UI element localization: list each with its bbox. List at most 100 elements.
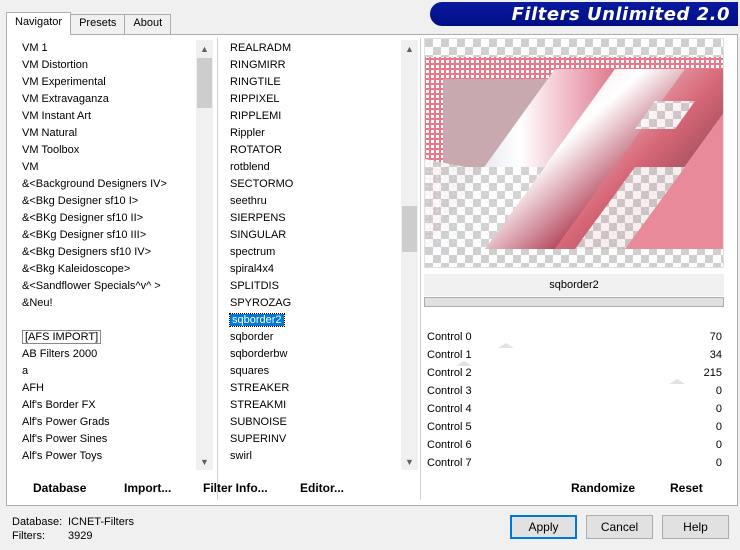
category-item[interactable]: &<Bkg Designer sf10 I> [20, 193, 196, 210]
apply-button[interactable]: Apply [510, 515, 577, 539]
scroll-up-arrow-icon[interactable]: ▲ [401, 40, 418, 57]
tab-presets[interactable]: Presets [70, 14, 126, 35]
category-item[interactable]: VM Instant Art [20, 108, 196, 125]
filter-label: sqborderbw [230, 348, 288, 360]
filter-item[interactable]: SIERPENS [228, 210, 400, 227]
scroll-thumb[interactable] [402, 206, 417, 252]
scroll-up-arrow-icon[interactable]: ▲ [196, 40, 213, 57]
control-row[interactable]: Control 6 0 [424, 436, 724, 454]
filter-item[interactable]: RINGTILE [228, 74, 400, 91]
filter-item[interactable]: ROTATOR [228, 142, 400, 159]
import-button[interactable]: Import... [122, 479, 173, 497]
filter-item[interactable]: sqborder2 [228, 312, 400, 329]
filter-item[interactable]: rotblend [228, 159, 400, 176]
filter-item[interactable]: SECTORMO [228, 176, 400, 193]
category-item[interactable]: VM 1 [20, 40, 196, 57]
category-item[interactable]: Alf's Power Sines [20, 431, 196, 448]
filter-label: squares [230, 365, 270, 377]
control-row[interactable]: Control 4 0 [424, 400, 724, 418]
category-label: &<Bkg Designers sf10 IV> [22, 246, 152, 258]
filter-item[interactable]: RIPPIXEL [228, 91, 400, 108]
app-title: Filters Unlimited 2.0 [511, 4, 730, 25]
category-item[interactable]: Alf's Power Grads [20, 414, 196, 431]
control-row[interactable]: Control 0 70 [424, 328, 724, 348]
filter-preview-image [424, 38, 724, 268]
filter-item[interactable]: SPLITDIS [228, 278, 400, 295]
help-button[interactable]: Help [662, 515, 729, 539]
filter-scrollbar[interactable]: ▲ ▼ [401, 40, 418, 470]
filter-item[interactable]: Rippler [228, 125, 400, 142]
control-row[interactable]: Control 2 215 [424, 364, 724, 384]
category-item[interactable]: AB Filters 2000 [20, 346, 196, 363]
category-item[interactable]: Alf's Border FX [20, 397, 196, 414]
filter-item[interactable]: SINGULAR [228, 227, 400, 244]
filter-item[interactable]: SUBNOISE [228, 414, 400, 431]
category-item[interactable]: &<Bkg Designers sf10 IV> [20, 244, 196, 261]
category-label: VM Instant Art [22, 110, 92, 122]
category-item[interactable]: VM Toolbox [20, 142, 196, 159]
control-row[interactable]: Control 3 0 [424, 382, 724, 400]
category-scrollbar[interactable]: ▲ ▼ [196, 40, 213, 470]
randomize-button[interactable]: Randomize [569, 479, 637, 497]
filter-label: ROTATOR [230, 144, 282, 156]
category-item[interactable]: a [20, 363, 196, 380]
tab-navigator[interactable]: Navigator [6, 12, 72, 35]
filter-list[interactable]: REALRADM RINGMIRR RINGTILE RIPPIXEL RIPPLEMI… [228, 40, 400, 470]
filter-item[interactable]: STREAKMI [228, 397, 400, 414]
control-slider-track[interactable] [424, 297, 724, 307]
category-item[interactable]: &<BKg Designer sf10 II> [20, 210, 196, 227]
category-item[interactable]: VM [20, 159, 196, 176]
category-item[interactable]: VM Distortion [20, 57, 196, 74]
filter-item[interactable]: sqborderbw [228, 346, 400, 363]
category-item[interactable]: VM Extravaganza [20, 91, 196, 108]
category-item[interactable]: &<Sandflower Specials^v^ > [20, 278, 196, 295]
filter-item[interactable]: squares [228, 363, 400, 380]
filter-info-button[interactable]: Filter Info... [201, 479, 270, 497]
control-row[interactable]: Control 5 0 [424, 418, 724, 436]
filter-item[interactable]: spiral4x4 [228, 261, 400, 278]
cancel-button[interactable]: Cancel [586, 515, 653, 539]
filter-label: SPYROZAG [230, 297, 292, 309]
category-item[interactable]: AFH [20, 380, 196, 397]
tab-strip: Navigator Presets About [6, 12, 172, 35]
filter-item[interactable]: seethru [228, 193, 400, 210]
category-item[interactable]: &<BKg Designer sf10 III> [20, 227, 196, 244]
scroll-down-arrow-icon[interactable]: ▼ [401, 453, 418, 470]
filter-item[interactable]: sqborder [228, 329, 400, 346]
filter-label: spiral4x4 [230, 263, 275, 275]
category-item[interactable]: VM Natural [20, 125, 196, 142]
category-item[interactable]: VM Experimental [20, 74, 196, 91]
category-item[interactable]: &<Bkg Kaleidoscope> [20, 261, 196, 278]
control-value: 215 [703, 367, 722, 379]
category-label: VM Experimental [22, 76, 106, 88]
control-row[interactable]: Control 7 0 [424, 454, 724, 472]
category-item[interactable]: Alf's Power Toys [20, 448, 196, 465]
category-label: &Neu! [22, 297, 53, 309]
filter-label: seethru [230, 195, 267, 207]
filter-item[interactable]: RINGMIRR [228, 57, 400, 74]
filter-item[interactable]: spectrum [228, 244, 400, 261]
database-button[interactable]: Database [31, 479, 88, 497]
control-label: Control 6 [427, 439, 472, 451]
scroll-thumb[interactable] [197, 58, 212, 108]
category-list[interactable]: VM 1 VM Distortion VM Experimental VM Extra… [20, 40, 196, 470]
filter-item[interactable]: STREAKER [228, 380, 400, 397]
category-label: VM Toolbox [22, 144, 80, 156]
filter-item[interactable]: SPYROZAG [228, 295, 400, 312]
control-row[interactable]: Control 1 34 [424, 346, 724, 366]
category-item[interactable]: [AFS IMPORT] [20, 329, 196, 346]
filter-item[interactable]: SUPERINV [228, 431, 400, 448]
list-divider [217, 38, 218, 500]
filter-item[interactable]: swirl [228, 448, 400, 465]
tab-about[interactable]: About [124, 14, 172, 35]
category-item[interactable]: &Neu! [20, 295, 196, 312]
filter-item[interactable]: REALRADM [228, 40, 400, 57]
editor-button[interactable]: Editor... [298, 479, 346, 497]
scroll-down-arrow-icon[interactable]: ▼ [196, 453, 213, 470]
category-label: VM Natural [22, 127, 78, 139]
category-label: &<Bkg Designer sf10 I> [22, 195, 139, 207]
filter-label: RINGTILE [230, 76, 281, 88]
reset-button[interactable]: Reset [668, 479, 705, 497]
filter-item[interactable]: RIPPLEMI [228, 108, 400, 125]
category-item[interactable]: &<Background Designers IV> [20, 176, 196, 193]
